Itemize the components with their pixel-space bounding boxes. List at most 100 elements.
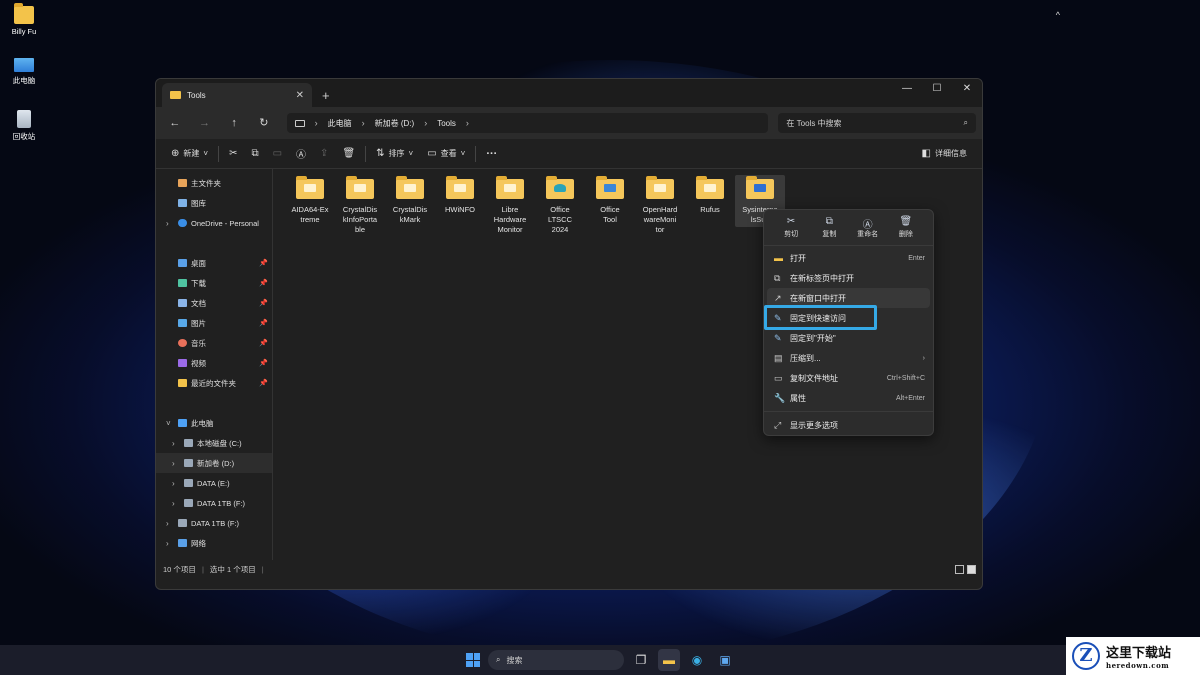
file-explorer-taskbar-icon[interactable]: ▬ — [658, 649, 680, 671]
taskbar-search[interactable]: ⌕ 搜索 — [488, 650, 624, 670]
file-item-aida64[interactable]: AIDA64-Ex treme — [285, 175, 335, 235]
chevron-right-icon[interactable]: › — [166, 219, 174, 228]
sidebar-item-videos[interactable]: 视频 📌 — [156, 353, 272, 373]
sidebar-item-gallery[interactable]: 图库 — [156, 193, 272, 213]
file-item-hwinfo[interactable]: HWiNFO — [435, 175, 485, 235]
refresh-button[interactable]: ↻ — [251, 112, 277, 134]
file-item-office-tool[interactable]: Office Tool — [585, 175, 635, 235]
chevron-right-icon[interactable]: › — [172, 439, 180, 448]
menu-item-pin-start[interactable]: ✎ 固定到"开始" — [764, 328, 933, 348]
pin-icon[interactable]: 📌 — [259, 379, 268, 387]
chevron-right-icon[interactable]: › — [166, 539, 174, 548]
delete-button[interactable]: 🗑 — [335, 143, 362, 165]
forward-button[interactable]: → — [192, 112, 218, 134]
file-item-crystaldiskmark[interactable]: CrystalDis kMark — [385, 175, 435, 235]
sidebar-item-desktop[interactable]: 桌面 📌 — [156, 253, 272, 273]
pin-icon[interactable]: 📌 — [259, 359, 268, 367]
close-tab-icon[interactable]: ✕ — [296, 90, 304, 101]
wrench-icon: 🔧 — [774, 392, 786, 403]
sidebar-item-downloads[interactable]: 下载 📌 — [156, 273, 272, 293]
rename-action[interactable]: Ⓐ 重命名 — [851, 216, 885, 245]
sidebar-item-onedrive[interactable]: › OneDrive - Personal — [156, 213, 272, 233]
drive-icon — [184, 439, 193, 447]
sidebar-item-network[interactable]: › 网络 — [156, 533, 272, 553]
show-hidden-icons-button[interactable]: ^ — [1056, 10, 1060, 20]
desktop-icon-user-folder[interactable]: Billy Fu — [4, 3, 44, 36]
task-view-icon[interactable]: ❐ — [630, 649, 652, 671]
menu-item-open-new-tab[interactable]: ⧉ 在新标签页中打开 — [764, 268, 933, 288]
copy-button[interactable]: ⧉ — [244, 143, 265, 165]
file-item-crystaldiskinfo[interactable]: CrystalDis kInfoPorta ble — [335, 175, 385, 235]
menu-item-open[interactable]: ▬ 打开 Enter — [764, 248, 933, 268]
file-item-rufus[interactable]: Rufus — [685, 175, 735, 235]
pin-icon[interactable]: 📌 — [259, 279, 268, 287]
tab-tools[interactable]: Tools ✕ — [162, 83, 312, 107]
pin-icon[interactable]: 📌 — [259, 259, 268, 267]
search-box[interactable]: 在 Tools 中搜索 ⌕ — [778, 113, 976, 133]
sidebar-item-drive-f[interactable]: › DATA 1TB (F:) — [156, 493, 272, 513]
large-icons-view-icon[interactable] — [967, 564, 976, 574]
delete-action[interactable]: 🗑 删除 — [889, 216, 923, 245]
chevron-right-icon[interactable]: › — [315, 118, 318, 128]
store-icon[interactable]: ▣ — [714, 649, 736, 671]
desktop-icon-recycle-bin[interactable]: 回收站 — [4, 110, 44, 142]
breadcrumb-drive-d[interactable]: 新加卷 (D:) — [375, 118, 415, 129]
rename-button[interactable]: Ⓐ — [289, 143, 313, 165]
sidebar-item-home[interactable]: 主文件夹 — [156, 173, 272, 193]
menu-item-show-more[interactable]: ⤢ 显示更多选项 — [764, 415, 933, 435]
sidebar-item-drive-f-removable[interactable]: › DATA 1TB (F:) — [156, 513, 272, 533]
minimize-button[interactable]: — — [892, 79, 922, 107]
sidebar-item-this-pc[interactable]: ˅ 此电脑 — [156, 413, 272, 433]
pin-icon[interactable]: 📌 — [259, 319, 268, 327]
sidebar-item-music[interactable]: 音乐 📌 — [156, 333, 272, 353]
sidebar-item-drive-c[interactable]: › 本地磁盘 (C:) — [156, 433, 272, 453]
new-tab-button[interactable]: + — [322, 88, 330, 103]
breadcrumb-tools[interactable]: Tools — [437, 119, 456, 128]
pin-icon[interactable]: 📌 — [259, 339, 268, 347]
chevron-right-icon[interactable]: › — [172, 499, 180, 508]
chevron-right-icon[interactable]: › — [172, 479, 180, 488]
file-name-line: Libre — [501, 205, 519, 214]
sidebar-item-drive-d[interactable]: › 新加卷 (D:) — [156, 453, 272, 473]
sidebar-item-documents[interactable]: 文档 📌 — [156, 293, 272, 313]
desktop-icon-this-pc[interactable]: 此电脑 — [4, 58, 44, 86]
edge-browser-icon[interactable]: ◉ — [686, 649, 708, 671]
search-input[interactable]: 在 Tools 中搜索 — [786, 118, 841, 129]
menu-item-label: 属性 — [790, 393, 806, 403]
paste-button[interactable]: ▭ — [266, 143, 289, 165]
start-button[interactable] — [464, 651, 482, 669]
menu-item-properties[interactable]: 🔧 属性 Alt+Enter — [764, 388, 933, 408]
menu-item-compress[interactable]: ▤ 压缩到... › — [764, 348, 933, 368]
back-button[interactable]: ← — [162, 112, 188, 134]
up-button[interactable]: ↑ — [221, 112, 247, 134]
share-button[interactable]: ⇪ — [313, 143, 335, 165]
sidebar-item-recent-folders[interactable]: 最近的文件夹 📌 — [156, 373, 272, 393]
sidebar-item-pictures[interactable]: 图片 📌 — [156, 313, 272, 333]
sidebar-item-drive-e[interactable]: › DATA (E:) — [156, 473, 272, 493]
view-button[interactable]: ▭ 查看 ˅ — [420, 143, 472, 165]
chevron-right-icon[interactable]: › — [424, 118, 427, 128]
pin-icon[interactable]: 📌 — [259, 299, 268, 307]
chevron-right-icon[interactable]: › — [466, 118, 469, 128]
file-item-openhardwaremonitor[interactable]: OpenHard wareMoni tor — [635, 175, 685, 235]
maximize-button[interactable]: ☐ — [922, 79, 952, 107]
chevron-right-icon[interactable]: › — [362, 118, 365, 128]
sidebar-item-label: 网络 — [191, 538, 206, 548]
chevron-down-icon[interactable]: ˅ — [166, 419, 174, 428]
new-button[interactable]: ⊕ 新建 ˅ — [164, 143, 215, 165]
cut-action[interactable]: ✂ 剪切 — [774, 216, 808, 245]
close-button[interactable]: ✕ — [952, 79, 982, 107]
file-item-office-ltscc[interactable]: Office LTSCC 2024 — [535, 175, 585, 235]
copy-action[interactable]: ⧉ 复制 — [812, 216, 846, 245]
breadcrumb-this-pc[interactable]: 此电脑 — [328, 118, 352, 129]
chevron-right-icon[interactable]: › — [172, 459, 180, 468]
sort-button[interactable]: ⇅ 排序 ˅ — [369, 143, 420, 165]
details-view-icon[interactable] — [955, 564, 964, 574]
address-bar[interactable]: › 此电脑 › 新加卷 (D:) › Tools › — [286, 113, 769, 133]
details-pane-button[interactable]: ◧ 详细信息 — [915, 143, 974, 165]
chevron-right-icon[interactable]: › — [166, 519, 174, 528]
cut-button[interactable]: ✂ — [222, 143, 244, 165]
more-options-button[interactable]: ··· — [479, 143, 504, 165]
file-item-libre-hardware-monitor[interactable]: Libre Hardware Monitor — [485, 175, 535, 235]
menu-item-copy-path[interactable]: ▭ 复制文件地址 Ctrl+Shift+C — [764, 368, 933, 388]
